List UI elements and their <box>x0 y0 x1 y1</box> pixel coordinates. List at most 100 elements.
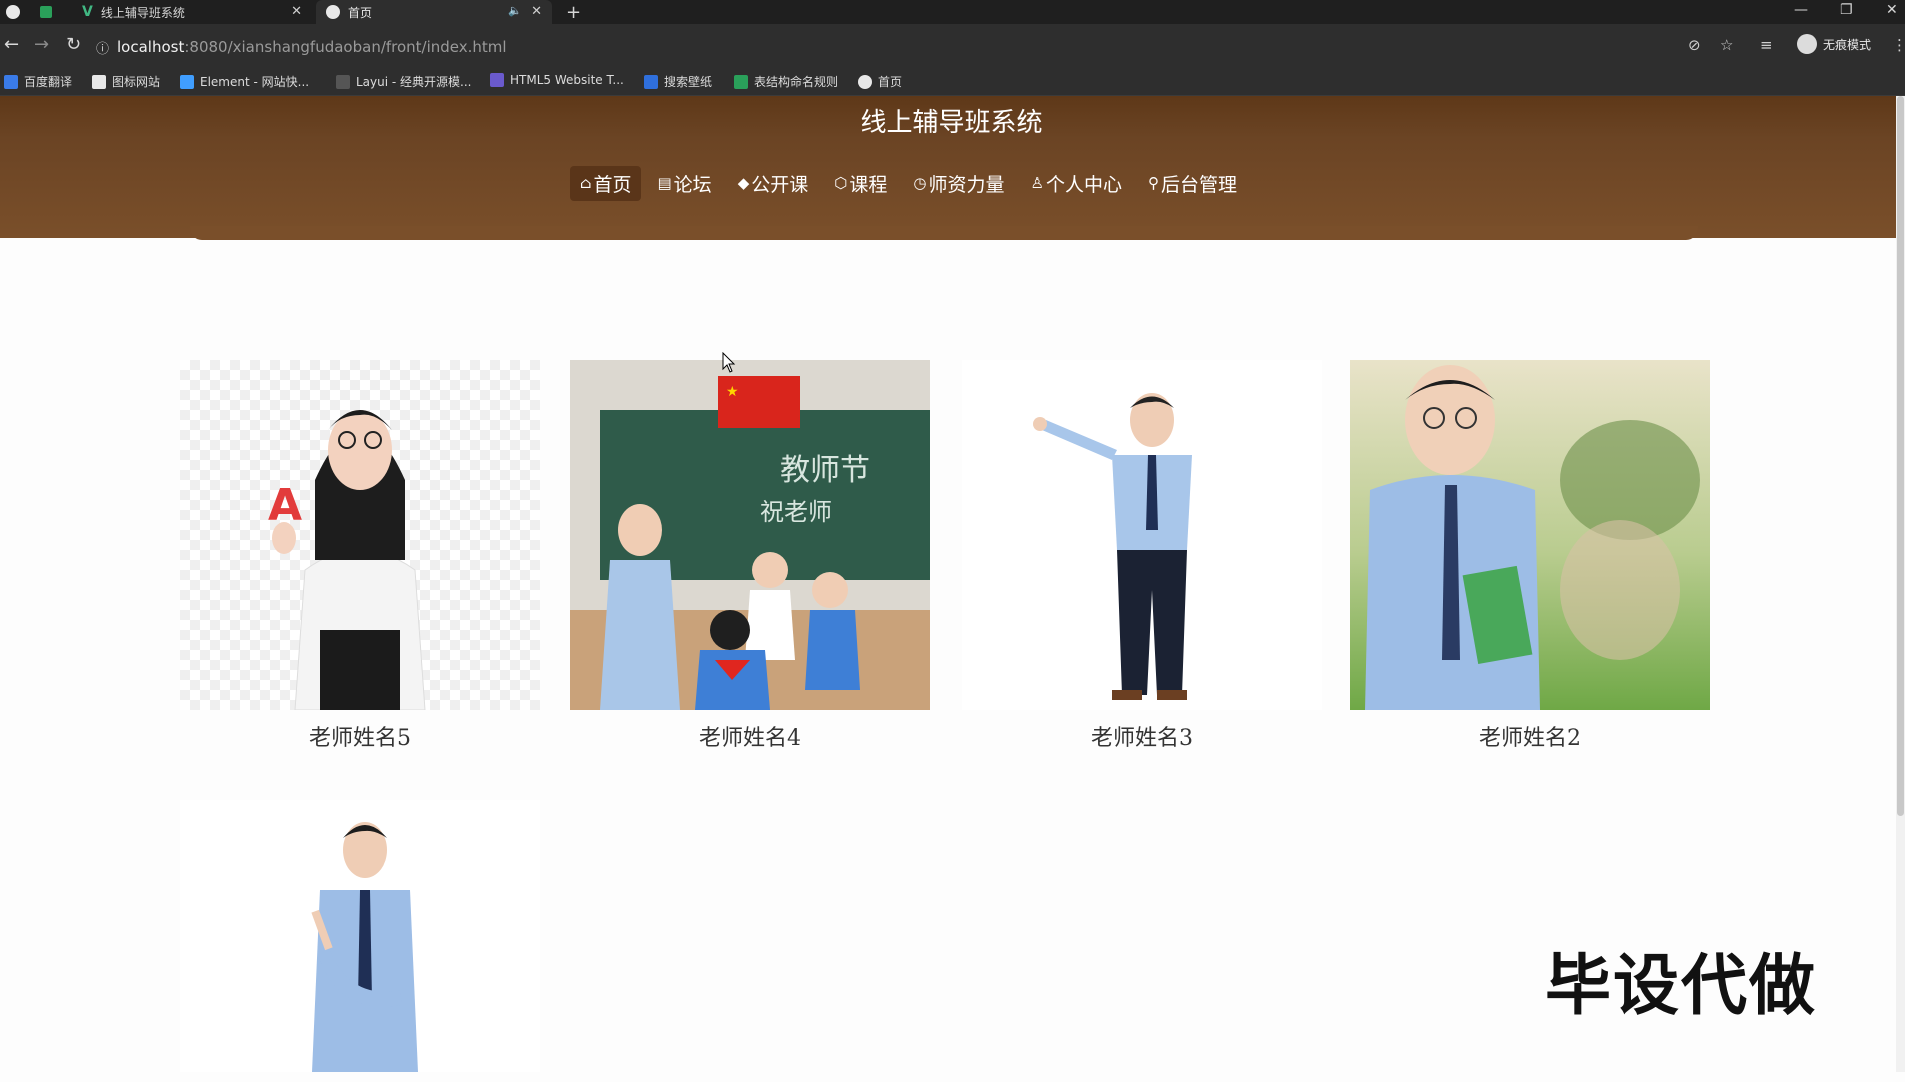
reload-icon[interactable]: ↻ <box>66 35 81 55</box>
bookmark-label: 百度翻译 <box>24 75 73 89</box>
bookmark-label: 搜索壁纸 <box>664 75 713 89</box>
teacher-illustration <box>311 822 418 1072</box>
teacher-card[interactable]: ★ 教师节 祝老师 老师姓名4 <box>570 360 930 752</box>
forward-icon[interactable]: → <box>34 35 49 55</box>
nav-forum[interactable]: ▤ 论坛 <box>647 166 721 201</box>
bookmark-item[interactable]: 搜索壁纸 <box>644 73 712 90</box>
watermark-text: 毕设代做 <box>1545 947 1817 1024</box>
address-bar[interactable]: ⓘ localhost:8080/xianshangfudaoban/front… <box>96 31 1806 63</box>
nav-label: 论坛 <box>673 173 712 196</box>
browser-tab-strip: V 线上辅导班系统 ✕ 首页 🔈 ✕ + — ❐ ✕ <box>0 0 1905 24</box>
main-nav: ⌂ 首页 ▤ 论坛 ◆ 公开课 ⬡ 课程 ◷ 师资力量 ♙ 个人中心 ⚲ 后台管理 <box>570 165 1247 201</box>
globe-icon <box>326 5 340 19</box>
app-tab-icon <box>6 5 20 19</box>
teacher-card[interactable]: 老师姓名3 <box>962 360 1322 752</box>
teacher-illustration <box>1365 365 1700 710</box>
star-icon[interactable]: ☆ <box>1720 36 1733 54</box>
bookmark-label: 图标网站 <box>112 75 161 89</box>
nav-label: 首页 <box>593 173 632 196</box>
close-window-icon[interactable]: ✕ <box>1886 2 1898 18</box>
more-menu-icon[interactable]: ⋮ <box>1892 36 1905 54</box>
reading-list-icon[interactable]: ≡ <box>1760 36 1773 54</box>
nav-admin[interactable]: ⚲ 后台管理 <box>1138 166 1247 201</box>
vue-logo-icon: V <box>82 4 93 20</box>
course-icon: ⬡ <box>834 174 848 192</box>
element-icon <box>180 74 194 89</box>
html5-icon <box>490 73 504 87</box>
tab-home[interactable]: 首页 🔈 ✕ <box>316 0 552 24</box>
bookmark-item[interactable]: HTML5 Website T... <box>490 73 624 87</box>
bookmark-label: HTML5 Website T... <box>510 73 624 87</box>
wallpaper-icon <box>644 74 658 89</box>
bookmark-item[interactable]: 表结构命名规则 <box>734 73 838 90</box>
bookmark-item[interactable]: 首页 <box>858 73 902 90</box>
teacher-photo[interactable]: A <box>180 360 540 710</box>
user-icon: ♙ <box>1030 174 1044 192</box>
nav-home[interactable]: ⌂ 首页 <box>570 165 642 201</box>
svg-text:祝老师: 祝老师 <box>760 498 832 526</box>
bookmarks-bar: 百度翻译 图标网站 Element - 网站快... Layui - 经典开源模… <box>0 69 1905 96</box>
teacher-photo[interactable]: ★ 教师节 祝老师 <box>570 360 930 710</box>
bookmark-label: 首页 <box>878 75 903 89</box>
browser-toolbar: ← → ↻ ⓘ localhost:8080/xianshangfudaoban… <box>0 24 1905 69</box>
translate-icon <box>4 74 18 89</box>
teacher-name[interactable]: 老师姓名4 <box>570 720 930 752</box>
incognito-label: 无痕模式 <box>1822 37 1871 52</box>
audio-icon[interactable]: 🔈 <box>508 4 522 17</box>
sheet-icon <box>40 6 52 18</box>
bookmark-label: Layui - 经典开源模... <box>356 75 472 89</box>
tab-label: 线上辅导班系统 <box>100 5 185 20</box>
restore-icon[interactable]: ❐ <box>1840 2 1853 18</box>
nav-label: 个人中心 <box>1045 173 1122 196</box>
pinned-tab[interactable] <box>40 0 70 24</box>
nav-open-course[interactable]: ◆ 公开课 <box>728 166 819 201</box>
bookmark-item[interactable]: Element - 网站快... <box>180 73 309 90</box>
eye-off-icon[interactable]: ⊘ <box>1688 36 1701 54</box>
teacher-name[interactable]: 老师姓名5 <box>180 720 540 752</box>
nav-course[interactable]: ⬡ 课程 <box>824 166 897 201</box>
nav-teachers[interactable]: ◷ 师资力量 <box>903 166 1014 201</box>
teacher-card[interactable]: A 老师姓名5 <box>180 360 540 752</box>
nav-personal-center[interactable]: ♙ 个人中心 <box>1020 166 1131 201</box>
teacher-icon: ◷ <box>913 174 927 192</box>
scrollbar-thumb[interactable] <box>1897 96 1904 816</box>
nav-label: 后台管理 <box>1160 173 1237 196</box>
minimize-icon[interactable]: — <box>1794 2 1808 18</box>
svg-text:★: ★ <box>726 384 739 400</box>
bookmark-item[interactable]: 图标网站 <box>92 73 160 90</box>
new-tab-button[interactable]: + <box>566 0 590 24</box>
forum-icon: ▤ <box>657 174 672 192</box>
close-tab-icon[interactable]: ✕ <box>291 4 302 19</box>
nav-label: 公开课 <box>751 173 809 196</box>
header-bottom-edge <box>190 226 1698 240</box>
classroom-illustration: ★ 教师节 祝老师 <box>570 360 930 710</box>
bookmark-item[interactable]: 百度翻译 <box>4 73 72 90</box>
bookmark-item[interactable]: Layui - 经典开源模... <box>336 73 471 90</box>
close-tab-icon[interactable]: ✕ <box>531 4 542 19</box>
url-host: localhost <box>117 38 185 56</box>
site-title: 线上辅导班系统 <box>860 108 1043 138</box>
globe-icon <box>858 74 872 89</box>
bookmark-label: Element - 网站快... <box>200 75 310 89</box>
tab-system[interactable]: V 线上辅导班系统 ✕ <box>82 0 312 24</box>
teacher-illustration: A <box>268 410 426 710</box>
teacher-name[interactable]: 老师姓名2 <box>1350 720 1710 752</box>
teacher-photo[interactable] <box>180 800 540 1072</box>
teacher-photo[interactable] <box>962 360 1322 710</box>
browser-menu-tab[interactable] <box>6 0 38 24</box>
teacher-name[interactable]: 老师姓名3 <box>962 720 1322 752</box>
teacher-photo[interactable] <box>1350 360 1710 710</box>
layui-icon <box>336 74 350 89</box>
home-icon: ⌂ <box>580 174 592 192</box>
incognito-icon <box>1796 34 1817 54</box>
flag-icon <box>92 74 106 89</box>
mouse-cursor-icon <box>722 352 736 373</box>
teacher-card[interactable]: 老师姓名2 <box>1350 360 1710 752</box>
svg-text:教师节: 教师节 <box>780 453 870 488</box>
teacher-illustration <box>1033 393 1192 700</box>
teacher-card[interactable] <box>180 800 540 1082</box>
info-icon[interactable]: ⓘ <box>96 38 109 57</box>
back-icon[interactable]: ← <box>4 35 19 55</box>
nav-label: 课程 <box>849 173 888 196</box>
incognito-indicator[interactable]: 无痕模式 <box>1796 34 1871 54</box>
